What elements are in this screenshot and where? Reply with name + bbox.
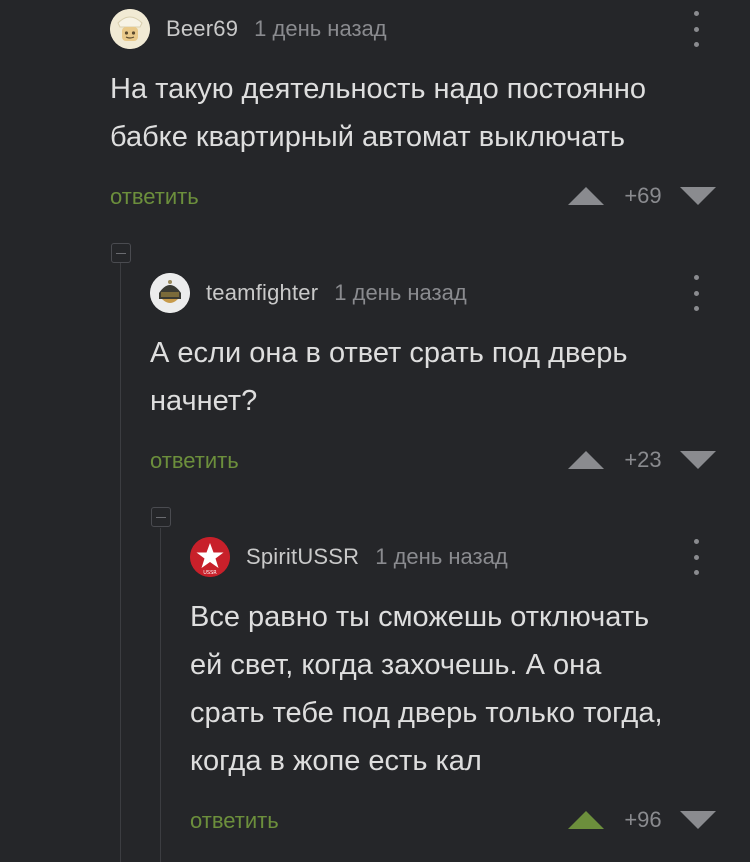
comment-author[interactable]: SpiritUSSR xyxy=(246,544,359,570)
comment-text-line: На такую деятельность надо постоянно xyxy=(110,73,647,105)
comment-header: teamfighter 1 день назад xyxy=(150,273,467,313)
comment-text-line: А если она в ответ срать под дверь xyxy=(150,337,628,369)
reply-button[interactable]: ответить xyxy=(190,808,279,834)
comment-text-line: срать тебе под дверь только тогда, xyxy=(190,697,663,729)
cartoon-face-avatar[interactable] xyxy=(110,9,150,49)
upvote-icon[interactable] xyxy=(568,187,604,205)
comment-text: А если она в ответ срать под дверь начне… xyxy=(150,329,627,425)
comment-text-line: ей свет, когда захочешь. А она xyxy=(190,649,602,681)
comment: teamfighter 1 день назад А если она в от… xyxy=(150,273,720,473)
comment-text-line: бабке квартирный автомат выключать xyxy=(110,121,626,153)
comment: USSR SpiritUSSR 1 день назад Все равно т… xyxy=(190,537,720,847)
vote-controls: +69 xyxy=(568,183,716,208)
helmet-avatar[interactable] xyxy=(150,273,190,313)
more-options-icon[interactable] xyxy=(689,539,703,575)
comment-time: 1 день назад xyxy=(375,544,508,569)
comment-text-line: когда в жопе есть кал xyxy=(190,745,482,777)
avatar-label: USSR xyxy=(203,570,217,576)
upvote-icon[interactable] xyxy=(568,811,604,829)
red-star-avatar[interactable]: USSR xyxy=(190,537,230,577)
downvote-icon[interactable] xyxy=(680,187,716,205)
thread-line-1 xyxy=(120,262,121,862)
comment-time: 1 день назад xyxy=(334,280,467,305)
comment-header: USSR SpiritUSSR 1 день назад xyxy=(190,537,508,577)
reply-button[interactable]: ответить xyxy=(150,448,239,474)
collapse-thread-button[interactable] xyxy=(111,243,131,263)
downvote-icon[interactable] xyxy=(680,451,716,469)
comment-author[interactable]: Beer69 xyxy=(166,16,238,42)
downvote-icon[interactable] xyxy=(680,811,716,829)
reply-button[interactable]: ответить xyxy=(110,184,199,210)
comment-score: +69 xyxy=(624,183,662,208)
comment-text-line: начнет? xyxy=(150,385,258,417)
upvote-icon[interactable] xyxy=(568,451,604,469)
comment-text: На такую деятельность надо постоянно баб… xyxy=(110,65,646,161)
more-options-icon[interactable] xyxy=(689,11,703,47)
comment-header: Beer69 1 день назад xyxy=(110,9,387,49)
vote-controls: +96 xyxy=(568,807,716,832)
comment-score: +96 xyxy=(624,807,662,832)
comment-author[interactable]: teamfighter xyxy=(206,280,318,306)
comment: Beer69 1 день назад На такую деятельност… xyxy=(110,9,720,209)
more-options-icon[interactable] xyxy=(689,275,703,311)
comment-text: Все равно ты сможешь отключать ей свет, … xyxy=(190,593,663,785)
comment-text-line: Все равно ты сможешь отключать xyxy=(190,601,650,633)
comment-score: +23 xyxy=(624,447,662,472)
comment-time: 1 день назад xyxy=(254,16,387,41)
thread-line-2 xyxy=(160,528,161,862)
vote-controls: +23 xyxy=(568,447,716,472)
collapse-thread-button[interactable] xyxy=(151,507,171,527)
